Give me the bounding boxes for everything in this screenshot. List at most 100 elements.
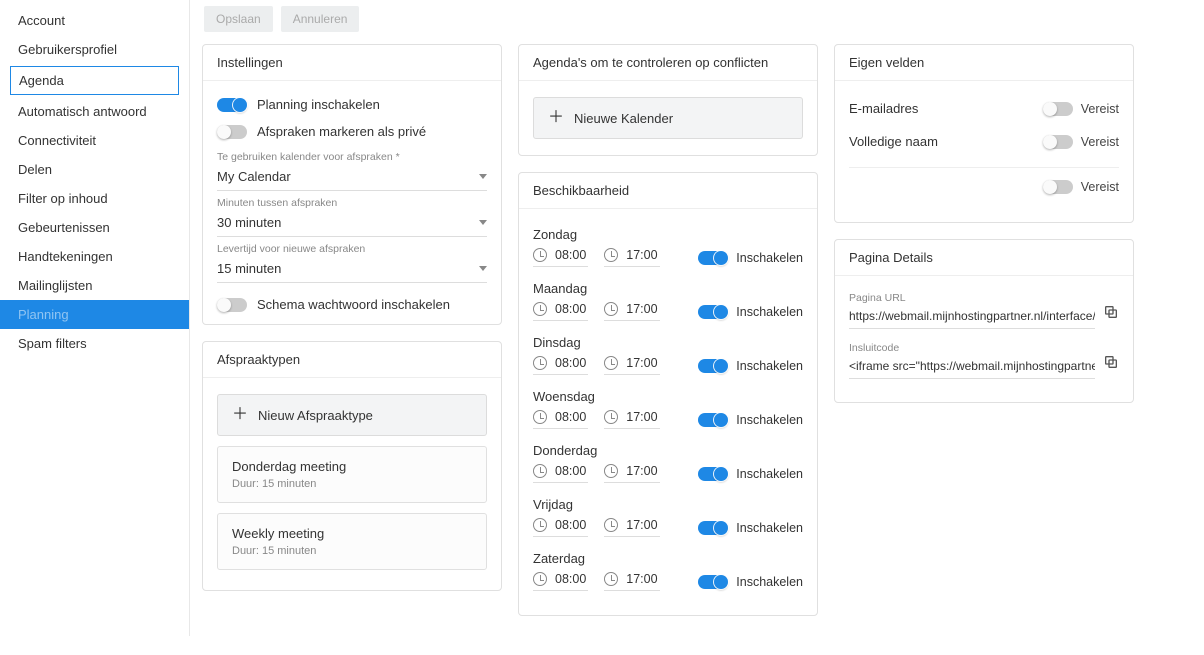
page-details-title: Pagina Details (835, 240, 1133, 276)
sidebar-item-account[interactable]: Account (0, 6, 189, 35)
start-time-input[interactable]: 08:00 (533, 518, 588, 537)
end-time-value: 17:00 (624, 302, 659, 316)
end-time-input[interactable]: 17:00 (604, 248, 659, 267)
label-enable-scheduling: Planning inschakelen (257, 97, 380, 112)
start-time-value: 08:00 (553, 356, 588, 370)
sidebar-item-events[interactable]: Gebeurtenissen (0, 213, 189, 242)
settings-title: Instellingen (203, 45, 501, 81)
toggle-day-enable[interactable] (698, 575, 728, 589)
start-time-input[interactable]: 08:00 (533, 248, 588, 267)
new-appointment-type-button[interactable]: ＋ Nieuw Afspraaktype (217, 394, 487, 436)
chevron-down-icon (479, 266, 487, 271)
chevron-down-icon (479, 174, 487, 179)
availability-day: Donderdag 08:00 17:00 Inschakelen (533, 443, 803, 483)
appointment-type-card[interactable]: Weekly meeting Duur: 15 minuten (217, 513, 487, 570)
copy-icon[interactable] (1103, 304, 1119, 320)
sidebar-item-signatures[interactable]: Handtekeningen (0, 242, 189, 271)
embed-value[interactable]: <iframe src="https://webmail.mijnhosting… (849, 356, 1095, 379)
availability-day: Woensdag08:0017:00Inschakelen (533, 389, 803, 429)
sidebar-item-userprofile[interactable]: Gebruikersprofiel (0, 35, 189, 64)
toggle-enable-scheduling[interactable] (217, 98, 247, 112)
toggle-required-email[interactable] (1043, 102, 1073, 116)
start-time-value: 08:00 (553, 572, 588, 586)
end-time-value: 17:00 (624, 518, 659, 532)
new-calendar-button[interactable]: ＋ Nieuwe Kalender (533, 97, 803, 139)
save-button[interactable]: Opslaan (204, 6, 273, 32)
enable-label: Inschakelen (736, 467, 803, 481)
toggle-schedule-password[interactable] (217, 298, 247, 312)
new-calendar-label: Nieuwe Kalender (574, 111, 673, 126)
availability-panel: Beschikbaarheid Zondag08:0017:00Inschake… (518, 172, 818, 616)
toggle-day-enable[interactable] (698, 251, 728, 265)
start-time-input[interactable]: 08:00 (533, 356, 588, 375)
clock-icon (533, 464, 547, 478)
copy-icon[interactable] (1103, 354, 1119, 370)
end-time-input[interactable]: 17:00 (604, 410, 659, 429)
toggle-day-enable[interactable] (698, 359, 728, 373)
main-content: Opslaan Annuleren Instellingen Planning … (190, 0, 1204, 636)
toggle-day-enable[interactable] (698, 467, 728, 481)
end-time-input[interactable]: 17:00 (604, 572, 659, 591)
sidebar-item-spam[interactable]: Spam filters (0, 329, 189, 358)
embed-label: Insluitcode (849, 342, 1119, 354)
toggle-day-enable[interactable] (698, 413, 728, 427)
availability-day: Dinsdag08:0017:00Inschakelen (533, 335, 803, 375)
start-time-input[interactable]: 08:00 (533, 302, 588, 321)
sidebar-item-agenda[interactable]: Agenda (10, 66, 179, 95)
sidebar-item-share[interactable]: Delen (0, 155, 189, 184)
conflict-calendars-panel: Agenda's om te controleren op conflicten… (518, 44, 818, 156)
page-url-label: Pagina URL (849, 292, 1119, 304)
sidebar-item-planning[interactable]: Planning (0, 300, 189, 329)
sidebar-item-mailinglists[interactable]: Mailinglijsten (0, 271, 189, 300)
sidebar-item-connectivity[interactable]: Connectiviteit (0, 126, 189, 155)
end-time-input[interactable]: 17:00 (604, 518, 659, 537)
end-time-input[interactable]: 17:00 (604, 464, 659, 483)
sidebar-item-filter[interactable]: Filter op inhoud (0, 184, 189, 213)
day-name: Woensdag (533, 389, 803, 404)
clock-icon (604, 356, 618, 370)
day-name: Dinsdag (533, 335, 803, 350)
conflict-calendars-title: Agenda's om te controleren op conflicten (519, 45, 817, 81)
calendar-select[interactable]: My Calendar (217, 165, 487, 191)
end-time-input[interactable]: 17:00 (604, 356, 659, 375)
lead-value: 15 minuten (217, 261, 281, 276)
toggle-day-enable[interactable] (698, 305, 728, 319)
sidebar-item-autoresponder[interactable]: Automatisch antwoord (0, 97, 189, 126)
lead-select[interactable]: 15 minuten (217, 257, 487, 283)
appointment-duration: Duur: 15 minuten (232, 545, 472, 557)
start-time-value: 08:00 (553, 410, 588, 424)
appointment-types-title: Afspraaktypen (203, 342, 501, 378)
page-url-value[interactable]: https://webmail.mijnhostingpartner.nl/in… (849, 306, 1095, 329)
availability-day: Vrijdag08:0017:00Inschakelen (533, 497, 803, 537)
toggle-day-enable[interactable] (698, 521, 728, 535)
clock-icon (533, 410, 547, 424)
toggle-mark-private[interactable] (217, 125, 247, 139)
end-time-value: 17:00 (624, 248, 659, 262)
clock-icon (604, 302, 618, 316)
availability-day: Zaterdag08:0017:00Inschakelen (533, 551, 803, 591)
toolbar: Opslaan Annuleren (202, 6, 1194, 32)
cancel-button[interactable]: Annuleren (281, 6, 360, 32)
appointment-type-card[interactable]: Donderdag meeting Duur: 15 minuten (217, 446, 487, 503)
required-label: Vereist (1081, 102, 1119, 116)
toggle-required-fullname[interactable] (1043, 135, 1073, 149)
start-time-input[interactable]: 08:00 (533, 572, 588, 591)
start-time-input[interactable]: 08:00 (533, 464, 588, 483)
start-time-input[interactable]: 08:00 (533, 410, 588, 429)
custom-field-label: E-mailadres (849, 101, 918, 116)
enable-label: Inschakelen (736, 521, 803, 535)
appointment-duration: Duur: 15 minuten (232, 478, 472, 490)
minutes-select[interactable]: 30 minuten (217, 211, 487, 237)
end-time-value: 17:00 (624, 464, 659, 478)
end-time-input[interactable]: 17:00 (604, 302, 659, 321)
day-name: Donderdag (533, 443, 803, 458)
start-time-value: 08:00 (553, 518, 588, 532)
availability-day: Maandag08:0017:00Inschakelen (533, 281, 803, 321)
minutes-field-label: Minuten tussen afspraken (217, 197, 487, 209)
toggle-required-blank[interactable] (1043, 180, 1073, 194)
day-name: Maandag (533, 281, 803, 296)
clock-icon (533, 356, 547, 370)
minutes-value: 30 minuten (217, 215, 281, 230)
clock-icon (533, 518, 547, 532)
label-schedule-password: Schema wachtwoord inschakelen (257, 297, 450, 312)
